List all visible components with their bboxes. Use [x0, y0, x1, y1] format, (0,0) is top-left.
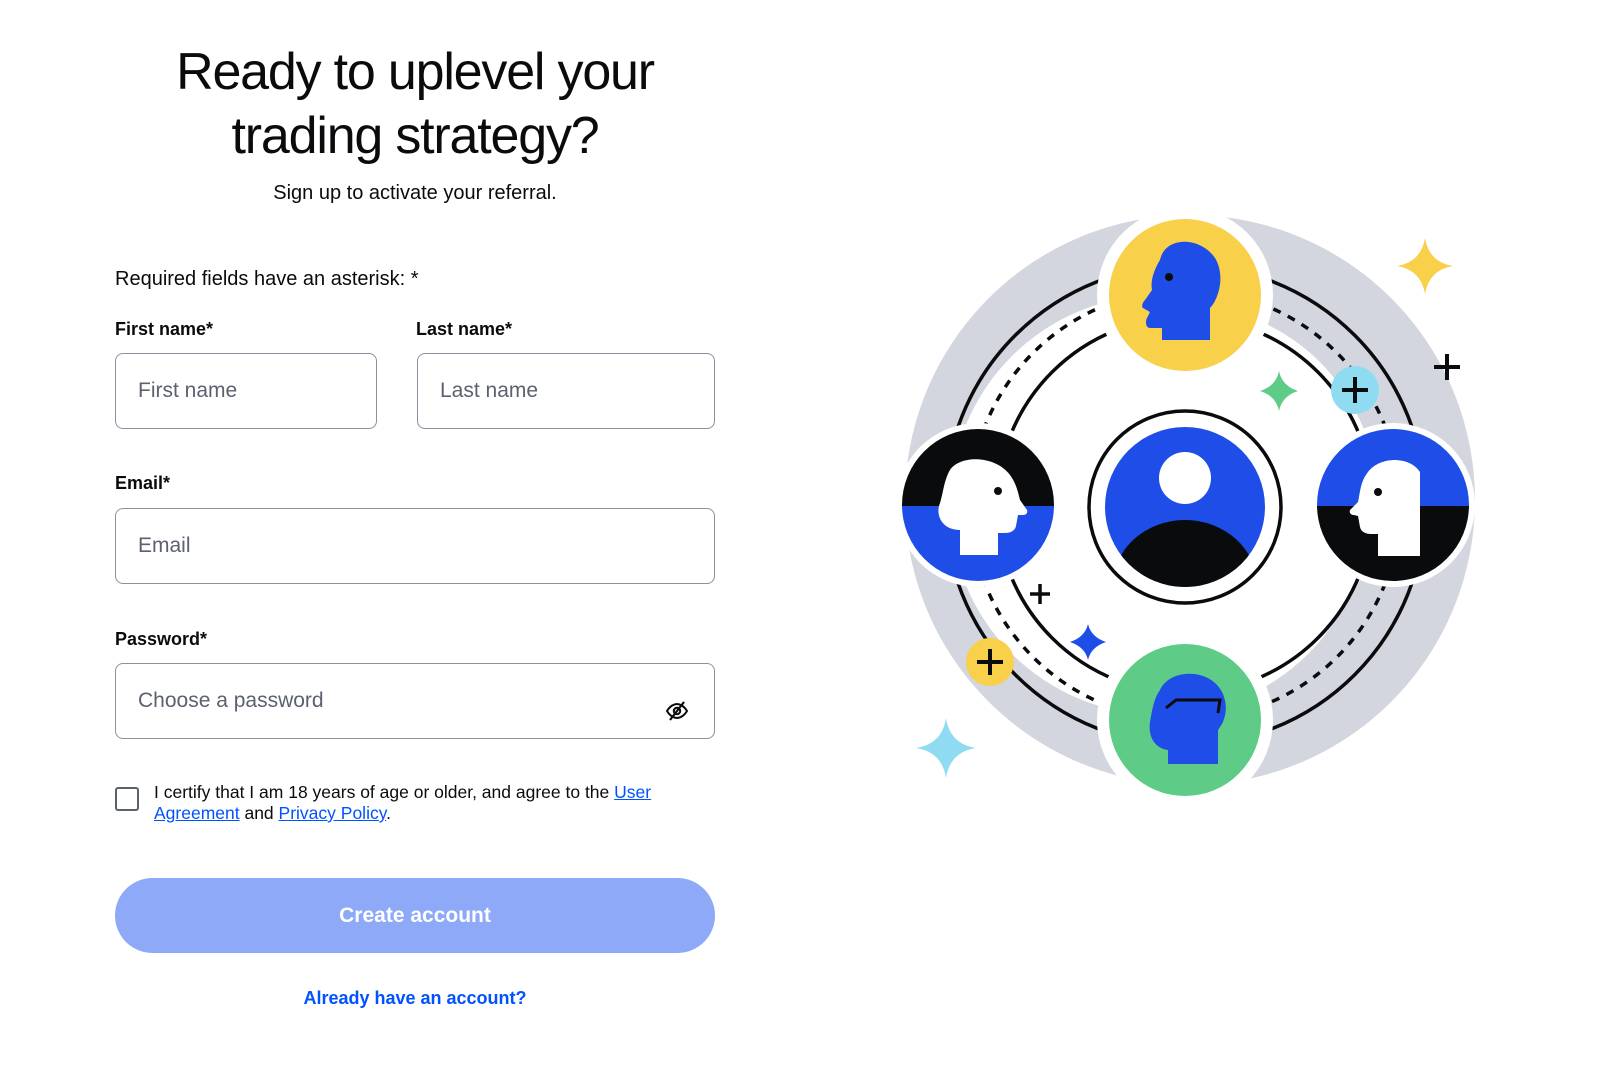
- email-label: Email*: [115, 473, 171, 493]
- eye-slash-icon: [665, 701, 689, 721]
- first-name-input[interactable]: [115, 353, 377, 429]
- left-head-profile-icon: [896, 423, 1060, 587]
- terms-text: I certify that I am 18 years of age or o…: [154, 782, 714, 824]
- terms-text-after: .: [386, 803, 392, 823]
- page-title-line-2: trading strategy?: [231, 107, 600, 165]
- top-yellow-head-icon: [1097, 207, 1273, 383]
- page-title-line-1: Ready to uplevel your: [176, 43, 655, 101]
- page-subtitle: Sign up to activate your referral.: [273, 182, 557, 204]
- already-have-account-link[interactable]: Already have an account?: [115, 988, 715, 1009]
- terms-text-before: I certify that I am 18 years of age or o…: [154, 782, 615, 802]
- create-account-button[interactable]: Create account: [115, 878, 715, 953]
- password-input[interactable]: [115, 663, 715, 739]
- terms-text-middle: and: [239, 803, 279, 823]
- yellow-plus-icon: [966, 638, 1014, 686]
- toggle-password-visibility-button[interactable]: [663, 697, 691, 725]
- cyan-sparkle-icon: [916, 718, 976, 778]
- required-fields-note: Required fields have an asterisk: *: [115, 268, 419, 290]
- bottom-green-head-icon: [1097, 632, 1273, 808]
- password-label: Password*: [115, 629, 208, 649]
- last-name-input[interactable]: [417, 353, 715, 429]
- terms-checkbox[interactable]: [115, 787, 139, 811]
- email-input[interactable]: [115, 508, 715, 584]
- yellow-sparkle-icon: [1397, 238, 1453, 294]
- cyan-plus-icon: [1331, 366, 1379, 414]
- referral-network-illustration: [896, 207, 1475, 808]
- last-name-label: Last name*: [416, 319, 513, 339]
- privacy-policy-link[interactable]: Privacy Policy: [279, 803, 387, 823]
- page-title: Ready to uplevel your trading strategy?: [115, 40, 715, 168]
- first-name-label: First name*: [115, 319, 214, 339]
